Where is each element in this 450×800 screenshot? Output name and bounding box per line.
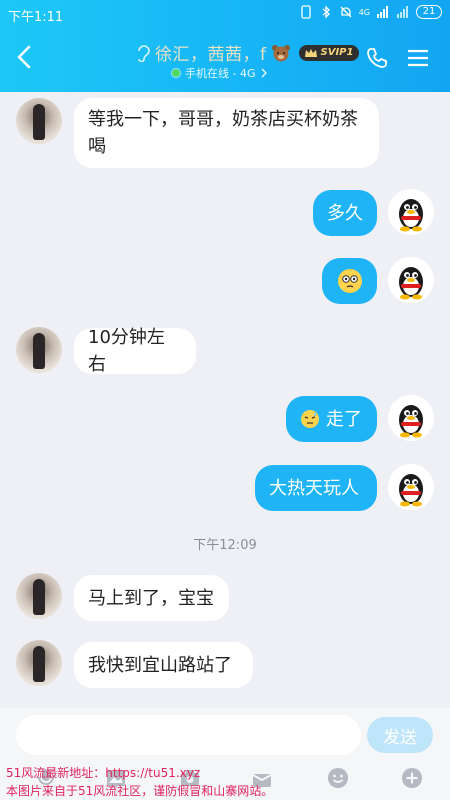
status-icons: 4G 21 — [299, 5, 442, 19]
mute-icon — [340, 6, 352, 18]
contact-avatar[interactable] — [16, 98, 62, 144]
message-bubble-incoming[interactable]: 10分钟左右 — [74, 327, 196, 375]
qq-avatar-icon[interactable] — [388, 189, 434, 235]
message-text: 走了 — [326, 408, 362, 430]
battery-indicator: 21 — [416, 5, 442, 19]
message-timestamp: 下午12:09 — [193, 538, 257, 553]
chat-title: 徐汇，茜茜，f — [155, 45, 267, 65]
signal-icon-2 — [397, 6, 408, 18]
confused-face-icon — [337, 269, 362, 293]
send-button[interactable]: 发送 — [367, 717, 433, 753]
message-bubble-outgoing[interactable]: 大热天玩人 — [255, 465, 377, 511]
status-time: 下午1:11 — [8, 10, 64, 25]
message-text: 马上到了，宝宝 — [88, 587, 214, 609]
qq-avatar-icon[interactable] — [388, 464, 434, 510]
sweat-face-icon — [301, 410, 319, 428]
contact-avatar[interactable] — [16, 640, 62, 686]
message-text: 大热天玩人 — [269, 477, 359, 499]
svip-label: SVIP1 — [320, 47, 354, 58]
message-text: 喝 — [88, 136, 106, 157]
ear-icon — [138, 44, 150, 62]
message-bubble-outgoing[interactable] — [322, 258, 377, 304]
online-status: 手机在线 - 4G — [172, 65, 267, 81]
message-bubble-incoming[interactable]: 马上到了，宝宝 — [74, 575, 229, 621]
chat-title-row[interactable]: 徐汇，茜茜，f SVIP1 — [135, 40, 360, 65]
message-input[interactable] — [16, 715, 361, 755]
svip-badge: SVIP1 — [298, 44, 360, 61]
status-bar: 下午1:11 4G 21 — [0, 0, 450, 28]
online-dot-icon — [172, 69, 180, 77]
bear-icon — [271, 44, 290, 61]
message-bubble-outgoing[interactable]: 多久 — [313, 190, 377, 236]
qq-avatar-icon[interactable] — [388, 395, 434, 441]
back-icon[interactable] — [12, 44, 38, 70]
screen-rotate-icon — [301, 5, 311, 19]
message-bubble-incoming[interactable]: 等我一下，哥哥，奶茶店买杯奶茶 喝 — [74, 98, 379, 168]
phone-icon[interactable] — [366, 47, 388, 69]
emoji-icon[interactable] — [326, 766, 350, 790]
online-status-text: 手机在线 - 4G — [185, 67, 256, 80]
message-text: 多久 — [327, 202, 363, 224]
plus-icon[interactable] — [400, 766, 424, 790]
chat-header: 下午1:11 4G 21 徐汇，茜茜，f SVIP1 手机在线 - 4G — [0, 0, 450, 92]
message-bubble-incoming[interactable]: 我快到宜山路站了 — [74, 642, 253, 688]
menu-icon[interactable] — [407, 48, 429, 68]
watermark-line-1: 51风流最新地址：https://tu51.xyz — [6, 766, 201, 780]
input-bar: 发送 51风流最新地址：https://tu51.xyz 本图片来自于51风流社… — [0, 708, 450, 800]
network-label: 4G — [358, 7, 370, 17]
signal-icon — [377, 6, 388, 18]
message-bubble-outgoing[interactable]: 走了 — [286, 396, 377, 442]
message-text: 我快到宜山路站了 — [88, 654, 232, 676]
chevron-right-icon — [261, 68, 267, 78]
contact-avatar[interactable] — [16, 327, 62, 373]
bluetooth-icon — [322, 5, 330, 19]
watermark-line-2: 本图片来自于51风流社区，谨防假冒和山寨网站。 — [6, 784, 274, 798]
qq-avatar-icon[interactable] — [388, 257, 434, 303]
message-text: 10分钟左右 — [88, 327, 165, 375]
contact-avatar[interactable] — [16, 573, 62, 619]
crown-icon — [304, 48, 317, 57]
message-text: 等我一下，哥哥，奶茶店买杯奶茶 — [88, 109, 358, 130]
